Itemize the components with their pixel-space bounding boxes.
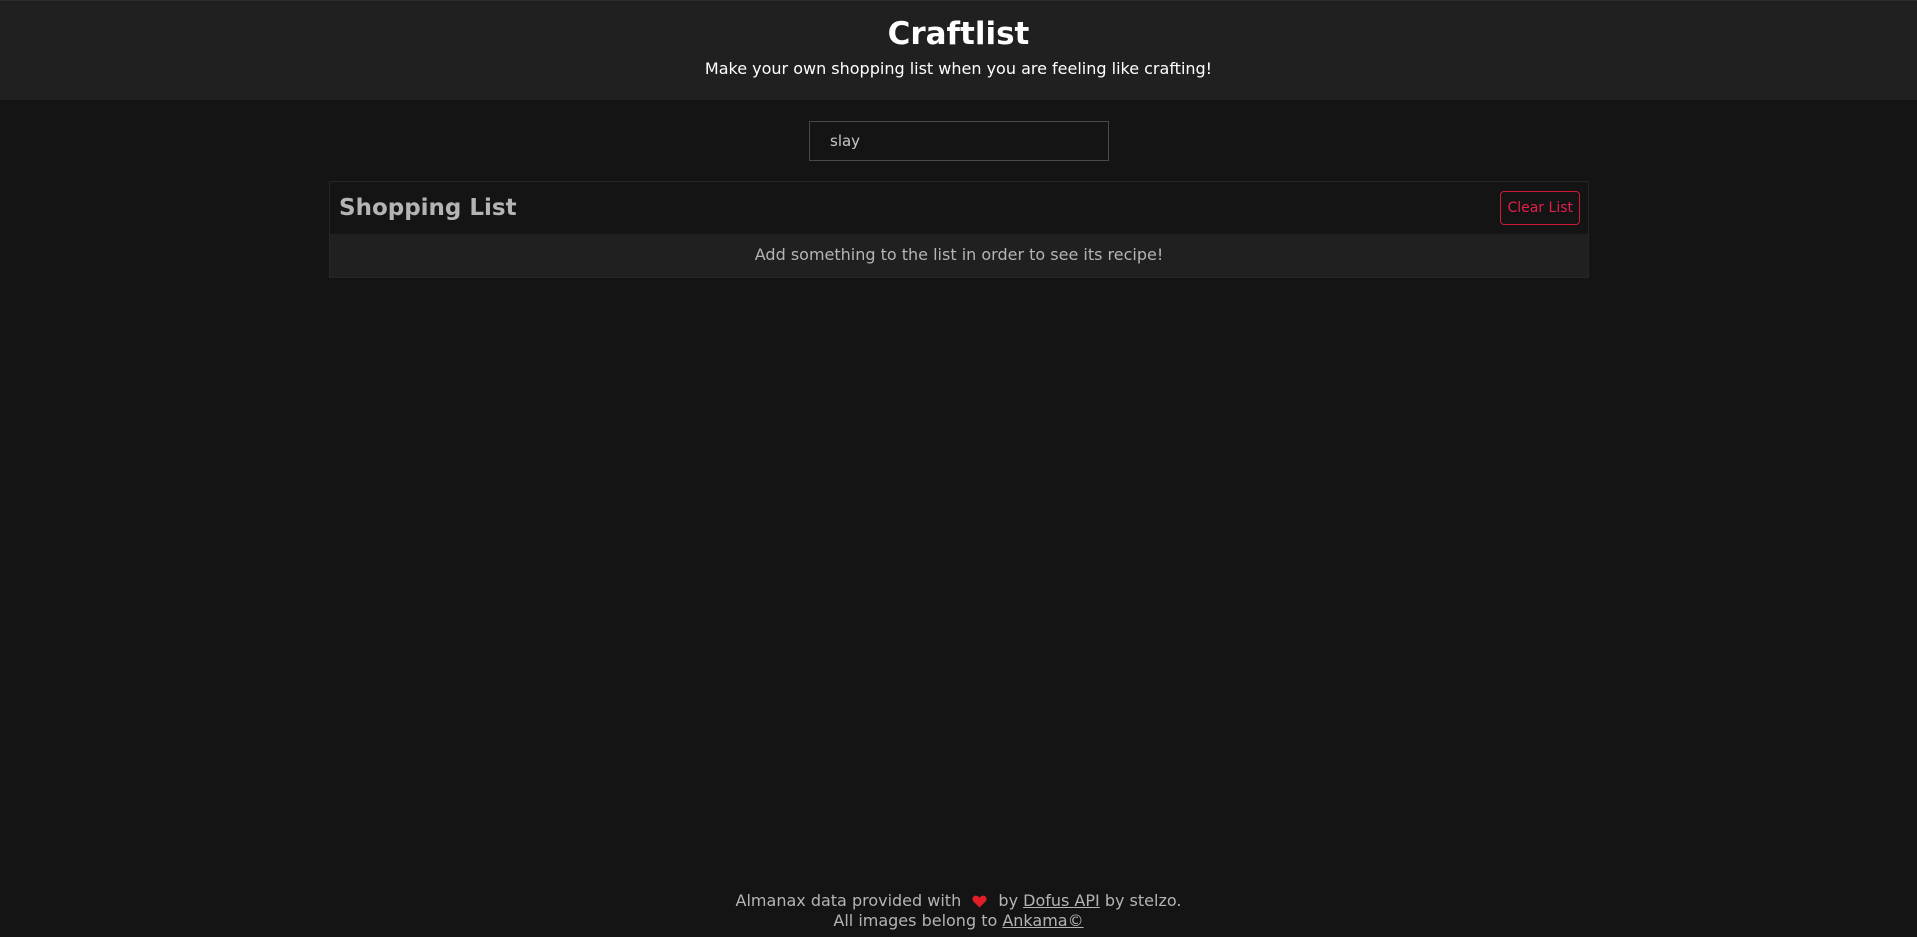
footer-credits-suffix: by stelzo. <box>1104 891 1182 910</box>
site-header: Craftlist Make your own shopping list wh… <box>0 0 1917 100</box>
shopping-list-empty-message: Add something to the list in order to se… <box>330 234 1588 277</box>
heart-icon <box>972 894 987 912</box>
footer-line-images: All images belong to Ankama© <box>0 912 1917 930</box>
footer-line-credits: Almanax data provided with by Dofus API … <box>0 892 1917 912</box>
shopping-list-panel: Shopping List Clear List Add something t… <box>329 181 1589 278</box>
footer-images-prefix: All images belong to <box>833 911 998 930</box>
site-footer: Almanax data provided with by Dofus API … <box>0 892 1917 930</box>
shopping-list-title: Shopping List <box>339 195 517 221</box>
app-title: Craftlist <box>887 16 1030 52</box>
page: Craftlist Make your own shopping list wh… <box>0 0 1917 937</box>
footer-credits-prefix: Almanax data provided with <box>735 891 962 910</box>
app-subtitle: Make your own shopping list when you are… <box>704 59 1213 78</box>
footer-credits-by: by <box>998 891 1019 910</box>
shopping-list-header: Shopping List Clear List <box>330 182 1588 234</box>
search-container <box>809 121 1109 161</box>
search-input[interactable] <box>809 121 1109 161</box>
dofus-api-link[interactable]: Dofus API <box>1023 891 1100 910</box>
ankama-link[interactable]: Ankama© <box>1002 911 1083 930</box>
clear-list-button[interactable]: Clear List <box>1500 191 1580 225</box>
